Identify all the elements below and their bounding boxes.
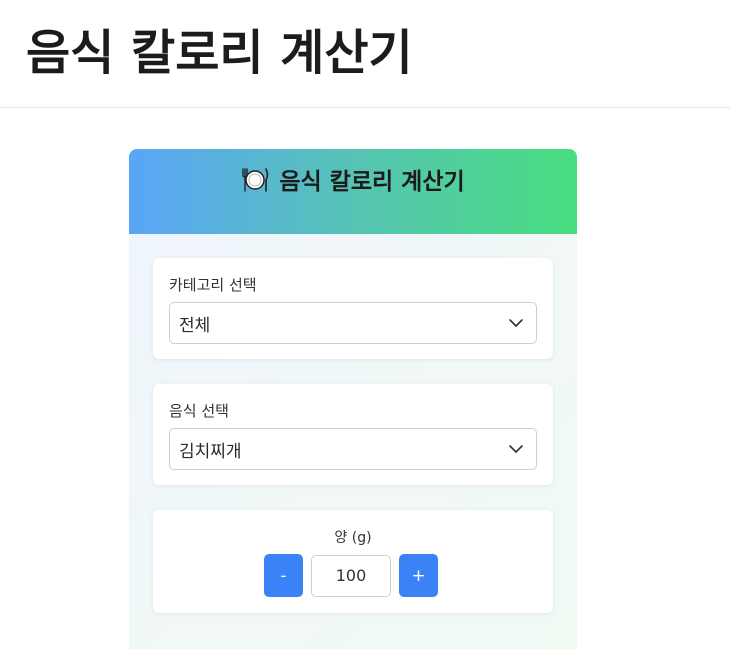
category-section: 카테고리 선택 전체 [153, 258, 553, 359]
category-label: 카테고리 선택 [169, 276, 257, 294]
chevron-down-icon [508, 315, 524, 331]
card-header: 음식 칼로리 계산기 [129, 149, 577, 234]
increment-button[interactable]: + [399, 554, 438, 597]
food-section: 음식 선택 김치찌개 [153, 384, 553, 485]
food-label: 음식 선택 [169, 402, 229, 420]
calculator-card: 음식 칼로리 계산기 카테고리 선택 전체 음식 선택 김치찌개 양 (g) -… [129, 149, 577, 649]
quantity-input[interactable] [311, 554, 391, 597]
plate-fork-knife-icon [241, 165, 269, 193]
category-select[interactable]: 전체 [169, 302, 537, 344]
amount-label: 양 (g) [334, 530, 372, 546]
card-title: 음식 칼로리 계산기 [279, 169, 465, 195]
food-selected-value: 김치찌개 [179, 441, 242, 462]
amount-section: 양 (g) - + [153, 510, 553, 613]
page-title: 음식 칼로리 계산기 [26, 25, 413, 81]
chevron-down-icon [508, 441, 524, 457]
decrement-button[interactable]: - [264, 554, 303, 597]
page-header: 음식 칼로리 계산기 [0, 0, 730, 108]
category-selected-value: 전체 [179, 315, 211, 336]
food-select[interactable]: 김치찌개 [169, 428, 537, 470]
quantity-stepper: - + [264, 554, 438, 597]
